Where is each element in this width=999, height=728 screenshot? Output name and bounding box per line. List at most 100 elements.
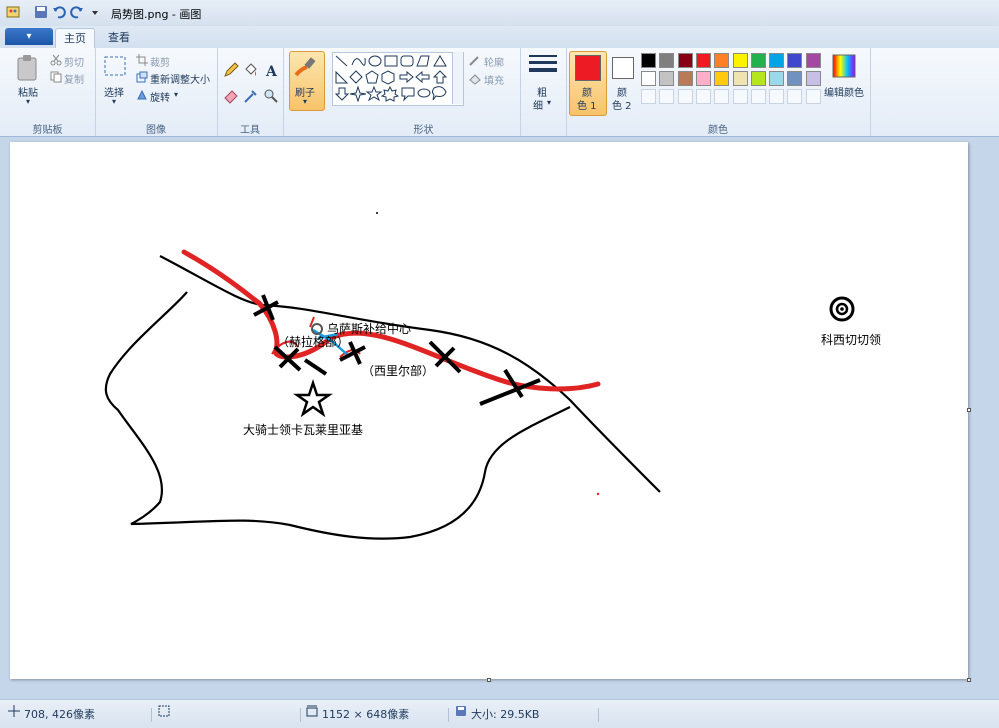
color2-label-2: 色 2 <box>612 101 632 112</box>
palette-swatch[interactable] <box>769 89 785 104</box>
resize-handle-bottom[interactable] <box>487 678 491 682</box>
color1-swatch <box>575 55 601 81</box>
palette-swatch[interactable] <box>714 89 730 104</box>
crop-button[interactable]: 裁剪 <box>150 54 170 69</box>
redo-icon[interactable] <box>70 5 84 19</box>
shapes-group-label: 形状 <box>413 125 434 136</box>
paint-app-icon <box>6 6 20 18</box>
window-title: 局势图.png - 画图 <box>111 8 202 21</box>
ribbon-tab-row <box>0 26 999 49</box>
outline-icon[interactable] <box>468 54 482 67</box>
size-icon[interactable] <box>529 54 557 78</box>
palette-swatch[interactable] <box>805 71 821 86</box>
eraser-icon[interactable] <box>223 88 239 104</box>
brush-dropdown-icon[interactable]: ▾ <box>303 97 307 106</box>
palette-swatch[interactable] <box>732 89 748 104</box>
palette-swatch[interactable] <box>659 53 675 68</box>
select-dropdown-icon[interactable]: ▾ <box>112 97 116 106</box>
paste-dropdown-icon[interactable]: ▾ <box>26 97 30 106</box>
palette-swatch[interactable] <box>641 89 656 104</box>
target-territory-label: 科西切切领 <box>821 333 882 347</box>
copy-button[interactable]: 复制 <box>64 71 84 86</box>
palette-swatch[interactable] <box>641 53 656 68</box>
color-picker-icon[interactable] <box>243 88 259 104</box>
text-tool-icon[interactable]: A <box>263 62 279 78</box>
palette-swatch[interactable] <box>677 53 693 68</box>
palette-swatch[interactable] <box>805 89 821 104</box>
star-icon <box>293 379 333 418</box>
knight-territory-label: 大骑士领卡瓦莱里亚基 <box>243 423 364 437</box>
file-size-icon <box>456 706 466 716</box>
status-separator <box>151 708 152 722</box>
cut-icon[interactable] <box>50 54 62 66</box>
resize-handle-right[interactable] <box>967 408 971 412</box>
palette-swatch[interactable] <box>787 89 803 104</box>
magnifier-icon[interactable] <box>263 88 279 104</box>
color1-label-2: 色 1 <box>577 101 597 112</box>
file-size: 大小: 29.5KB <box>471 708 540 721</box>
palette-swatch[interactable] <box>677 71 693 86</box>
brush-icon <box>294 57 316 77</box>
tab-view[interactable]: 查看 <box>100 28 138 48</box>
cut-button[interactable]: 剪切 <box>64 54 84 69</box>
map-drawing <box>104 212 855 540</box>
svg-text:A: A <box>265 64 278 78</box>
fill-button[interactable]: 填充 <box>484 72 504 87</box>
crop-icon[interactable] <box>136 54 148 66</box>
palette-swatch[interactable] <box>659 71 675 86</box>
file-menu-icon: ▾ <box>26 31 32 42</box>
size-label-2: 细 <box>533 101 543 112</box>
palette-swatch[interactable] <box>769 71 785 86</box>
palette-swatch[interactable] <box>714 71 730 86</box>
fill-icon[interactable] <box>468 72 482 85</box>
palette-swatch[interactable] <box>695 71 711 86</box>
rotate-icon[interactable] <box>136 89 148 101</box>
palette-swatch[interactable] <box>714 53 730 68</box>
palette-swatch[interactable] <box>805 53 821 68</box>
rotate-button[interactable]: 旋转 <box>150 89 170 104</box>
palette-swatch[interactable] <box>750 89 766 104</box>
select-icon[interactable] <box>103 55 127 79</box>
palette-swatch[interactable] <box>695 89 711 104</box>
shapes-scrollbar[interactable] <box>452 52 463 104</box>
color2-swatch[interactable] <box>612 57 634 79</box>
edit-colors-icon[interactable] <box>832 54 856 78</box>
cursor-position: 708, 426像素 <box>24 708 95 721</box>
tools-group-label: 工具 <box>240 125 260 136</box>
save-icon[interactable] <box>34 5 48 19</box>
tab-home[interactable]: 主页 <box>55 28 95 49</box>
edit-colors-button[interactable]: 编辑颜色 <box>824 84 864 99</box>
file-menu-button[interactable]: ▾ <box>5 28 53 45</box>
palette-swatch[interactable] <box>695 53 711 68</box>
palette-swatch[interactable] <box>641 71 656 86</box>
image-dimensions: 1152 × 648像素 <box>322 708 410 721</box>
copy-icon[interactable] <box>50 71 62 83</box>
palette-swatch[interactable] <box>750 71 766 86</box>
rotate-dropdown-icon[interactable]: ▾ <box>174 90 178 99</box>
paste-icon[interactable] <box>16 54 40 82</box>
outline-button[interactable]: 轮廓 <box>484 54 504 69</box>
resize-button[interactable]: 重新调整大小 <box>150 71 210 86</box>
resize-icon[interactable] <box>136 71 148 83</box>
cursor-position-icon <box>8 705 20 717</box>
fill-bucket-icon[interactable] <box>243 62 259 78</box>
palette-swatch[interactable] <box>732 53 748 68</box>
pencil-icon[interactable] <box>223 62 239 78</box>
size-dropdown-icon[interactable]: ▾ <box>547 98 551 107</box>
undo-icon[interactable] <box>52 5 66 19</box>
palette-swatch[interactable] <box>750 53 766 68</box>
selection-size-icon <box>158 705 170 717</box>
palette-swatch[interactable] <box>787 53 803 68</box>
image-size-icon <box>306 705 318 717</box>
customize-quick-access-icon[interactable] <box>88 5 102 19</box>
palette-swatch[interactable] <box>732 71 748 86</box>
palette-swatch[interactable] <box>769 53 785 68</box>
clipboard-group-label: 剪贴板 <box>32 125 63 136</box>
palette-swatch[interactable] <box>659 89 675 104</box>
palette-swatch[interactable] <box>677 89 693 104</box>
palette-swatch[interactable] <box>787 71 803 86</box>
shapes-gallery-icons <box>334 55 448 102</box>
status-separator <box>448 708 449 722</box>
resize-handle-corner[interactable] <box>967 678 971 682</box>
image-group-label: 图像 <box>146 125 166 136</box>
